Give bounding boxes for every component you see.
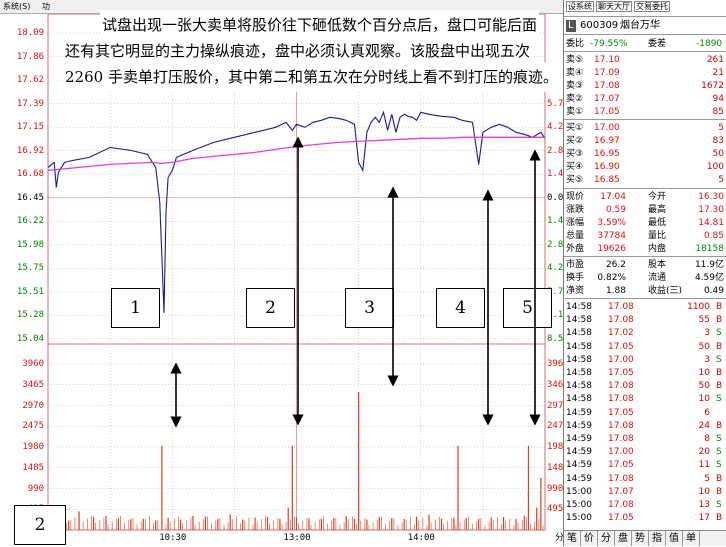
tick-row: 14:58 17.08 10 S	[566, 394, 722, 405]
stat2-row: 换手 0.82% 流通 4.59亿	[566, 273, 724, 283]
tick-row: 14:59 17.00 20 S	[566, 447, 722, 458]
tab-chat[interactable]: 聊天大厅	[596, 1, 632, 12]
tick-row: 14:58 17.02 3 S	[566, 328, 722, 339]
buy-level: 买③ 16.95 50	[566, 149, 724, 159]
panel-top-tabs: 设系统 聊天大厅 交易委托	[566, 1, 670, 13]
tick-row: 14:59 17.08 8 S	[566, 434, 722, 444]
tab-system[interactable]: 设系统	[566, 1, 594, 12]
sell-level: 卖① 17.05 85	[566, 107, 724, 117]
sell-level: 卖④ 17.09 21	[566, 68, 724, 78]
stock-icon: L	[566, 20, 576, 32]
sell-level: 卖② 17.07 94	[566, 94, 724, 104]
tick-row: 14:59 17.05 11 S	[566, 460, 722, 471]
stat2-row: 市盈 26.2 股本 11.9亿	[566, 260, 724, 270]
sell-level: 卖⑤ 17.10 261	[566, 55, 724, 65]
panel-tab[interactable]: 指	[649, 531, 666, 546]
stat-row: 总量 37784 量比 0.85	[566, 231, 724, 241]
tick-row: 14:59 17.08 24 B	[566, 420, 723, 431]
tick-row: 14:58 17.08 1100 B	[566, 302, 723, 312]
tick-row: 14:58 17.00 3 S	[566, 354, 722, 365]
tick-row: 14:59 17.05 6	[566, 407, 710, 418]
stat2-row: 净资 1.88 收益(三) 0.49	[566, 286, 724, 296]
stat-row: 外盘 19626 内盘 18158	[566, 244, 724, 254]
stock-name: 烟台万华	[620, 20, 660, 31]
tick-row: 14:58 17.08 55 B	[566, 315, 723, 326]
stat-row: 涨幅 3.59% 最低 14.81	[566, 218, 724, 228]
stat-row: 现价 17.04 今开 16.30	[566, 192, 724, 202]
panel-tab[interactable]: 势	[632, 531, 649, 546]
stock-code: 600309	[580, 20, 619, 31]
weibi-row: 委比 -79.55% 委差 -1890	[566, 39, 723, 49]
panel-tab[interactable]: 价	[581, 531, 598, 546]
tick-row: 14:58 17.08 50 B	[566, 381, 723, 392]
panel-tab[interactable]: 盘	[615, 531, 632, 546]
tick-row: 15:00 17.05 17 B	[566, 513, 723, 524]
tab-trade[interactable]: 交易委托	[634, 1, 670, 12]
buy-level: 买⑤ 16.85 5	[566, 175, 724, 185]
arrows	[170, 136, 541, 428]
buy-level: 买④ 16.90 100	[566, 162, 724, 172]
panel-tab[interactable]: 单	[683, 531, 700, 546]
panel-tab[interactable]: 值	[666, 531, 683, 546]
stock-title: L 600309 烟台万华	[566, 20, 726, 32]
tick-row: 15:00 17.07 10 B	[566, 486, 723, 497]
stat-row: 涨跌 0.59 最高 17.30	[566, 205, 724, 215]
buy-level: 买② 16.97 83	[566, 136, 724, 146]
tick-row: 15:00 17.08 13 S	[566, 500, 722, 510]
sell-level: 卖③ 17.08 1672	[566, 81, 724, 91]
panel-bottom-tabs: 笔价分盘势指值单	[564, 530, 726, 546]
tick-row: 14:59 17.08 5 B	[566, 473, 723, 484]
buy-level: 买① 17.00 5	[566, 123, 724, 133]
tick-row: 14:58 17.05 50 B	[566, 341, 723, 352]
tick-row: 14:58 17.05 10 B	[566, 368, 723, 378]
panel-tab[interactable]: 笔	[564, 531, 581, 546]
panel-tab[interactable]: 分	[598, 531, 615, 546]
quote-panel: 设系统 聊天大厅 交易委托 L 600309 烟台万华 委比 -79.55% 委差 …	[563, 0, 726, 546]
